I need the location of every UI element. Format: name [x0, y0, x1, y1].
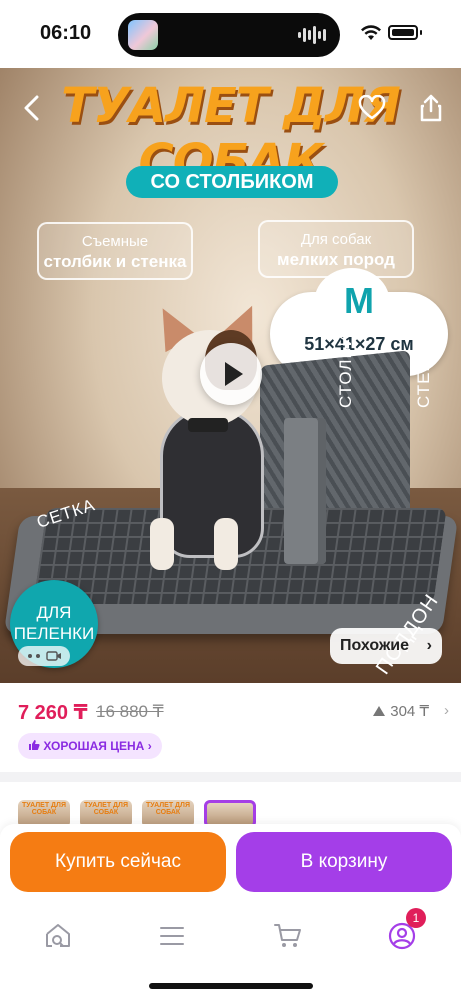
- gallery-page-indicator: [18, 646, 70, 666]
- battery-icon: [388, 25, 418, 40]
- tab-catalog[interactable]: [150, 914, 194, 958]
- action-bar: Купить сейчас В корзину: [0, 824, 461, 904]
- tab-home[interactable]: [36, 914, 80, 958]
- feature-small-breeds-line1: Для собак: [300, 231, 372, 248]
- audio-wave-icon: [298, 25, 326, 45]
- label-wall: СТЕНКА: [414, 335, 433, 408]
- product-image-gallery[interactable]: ТУАЛЕТ ДЛЯ СОБАК СО СТОЛБИКОМ Съемные ст…: [0, 68, 461, 683]
- current-price: 7 260 ₸: [18, 702, 88, 724]
- dynamic-island[interactable]: [118, 13, 340, 57]
- chevron-right-icon: ›: [444, 702, 449, 719]
- chevron-left-icon: [24, 95, 39, 121]
- thumbnail-text: ТУАЛЕТ ДЛЯ СОБАК: [22, 802, 66, 816]
- label-post: СТОЛБИК: [336, 322, 355, 408]
- wifi-icon: [361, 25, 381, 40]
- feature-small-breeds: Для собак мелких пород: [258, 220, 414, 278]
- good-price-badge[interactable]: ХОРОШАЯ ЦЕНА ›: [18, 733, 162, 759]
- tab-profile[interactable]: 1: [380, 908, 426, 958]
- triangle-up-icon: [373, 706, 386, 716]
- profile-notification-badge: 1: [406, 908, 426, 928]
- size-letter: M: [344, 280, 374, 321]
- image-subtitle: СО СТОЛБИКОМ: [126, 166, 338, 198]
- thumbnail-text: ТУАЛЕТ ДЛЯ СОБАК: [146, 802, 190, 816]
- thumbnail-text: ТУАЛЕТ ДЛЯ СОБАК: [84, 802, 128, 816]
- add-to-cart-button[interactable]: В корзину: [236, 832, 452, 892]
- feature-small-breeds-line2: мелких пород: [277, 250, 395, 269]
- share-icon: [420, 94, 442, 122]
- dog-leg: [150, 518, 174, 570]
- app-thumbnail-icon: [128, 20, 158, 50]
- feature-removable-line2: столбик и стенка: [43, 252, 187, 271]
- tray-post: [284, 418, 326, 564]
- status-bar: 06:10: [0, 0, 461, 68]
- section-divider: [0, 772, 461, 782]
- favorite-button[interactable]: [354, 90, 390, 126]
- home-search-icon: [46, 924, 70, 947]
- feature-removable-line1: Съемные: [81, 233, 149, 250]
- back-button[interactable]: [14, 90, 50, 126]
- status-time: 06:10: [40, 22, 92, 44]
- home-indicator[interactable]: [149, 983, 313, 989]
- chevron-right-icon: ›: [426, 637, 432, 654]
- similar-products-button[interactable]: Похожие ›: [330, 628, 442, 664]
- price-history[interactable]: 304 ₸: [372, 702, 429, 720]
- menu-icon: [160, 927, 184, 945]
- dog-bowtie: [188, 418, 228, 432]
- tab-bar: 1: [0, 904, 461, 999]
- good-price-label: ХОРОШАЯ ЦЕНА: [43, 739, 145, 753]
- share-button[interactable]: [413, 90, 449, 126]
- old-price: 16 880 ₸: [96, 702, 164, 721]
- feature-removable: Съемные столбик и стенка: [37, 222, 193, 280]
- diapers-badge-line1: ДЛЯ: [36, 603, 72, 622]
- buy-now-button[interactable]: Купить сейчас: [10, 832, 226, 892]
- video-camera-icon: [46, 651, 61, 661]
- dog-leg: [214, 518, 238, 570]
- tab-cart[interactable]: [266, 914, 310, 958]
- heart-icon: [358, 95, 386, 120]
- similar-products-label: Похожие: [340, 637, 410, 654]
- diapers-badge-line2: ПЕЛЕНКИ: [13, 624, 95, 643]
- chevron-right-icon: ›: [147, 739, 152, 753]
- thumbs-up-icon: [29, 740, 40, 750]
- play-video-button[interactable]: [200, 343, 262, 405]
- cart-icon: [274, 924, 301, 947]
- price-history-value: 304 ₸: [390, 703, 429, 720]
- battery-tip: [420, 30, 422, 35]
- price-row[interactable]: 7 260 ₸ 16 880 ₸ 304 ₸ ›: [18, 700, 449, 728]
